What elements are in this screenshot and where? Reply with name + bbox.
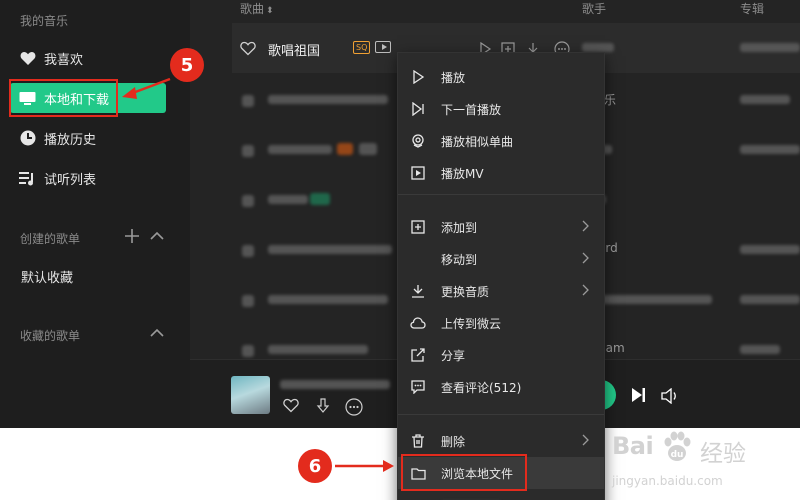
watermark-brand-cn: 经验: [700, 441, 746, 467]
baidu-jingyan-watermark: Bai du 经验 jingyan.baidu.com: [612, 430, 800, 500]
annotation-arrows: [122, 77, 394, 472]
watermark-url: jingyan.baidu.com: [612, 474, 723, 488]
paw-logo-icon: du: [660, 430, 694, 464]
annotation-step-6: 6: [298, 449, 332, 483]
svg-text:du: du: [671, 450, 684, 460]
watermark-brand: Bai: [612, 432, 654, 460]
annotation-step-5: 5: [170, 48, 204, 82]
screenshot: 我的音乐 我喜欢 本地和下载 播放历史 试听列表 创建的歌单 默认收藏 收藏的歌…: [0, 0, 800, 500]
